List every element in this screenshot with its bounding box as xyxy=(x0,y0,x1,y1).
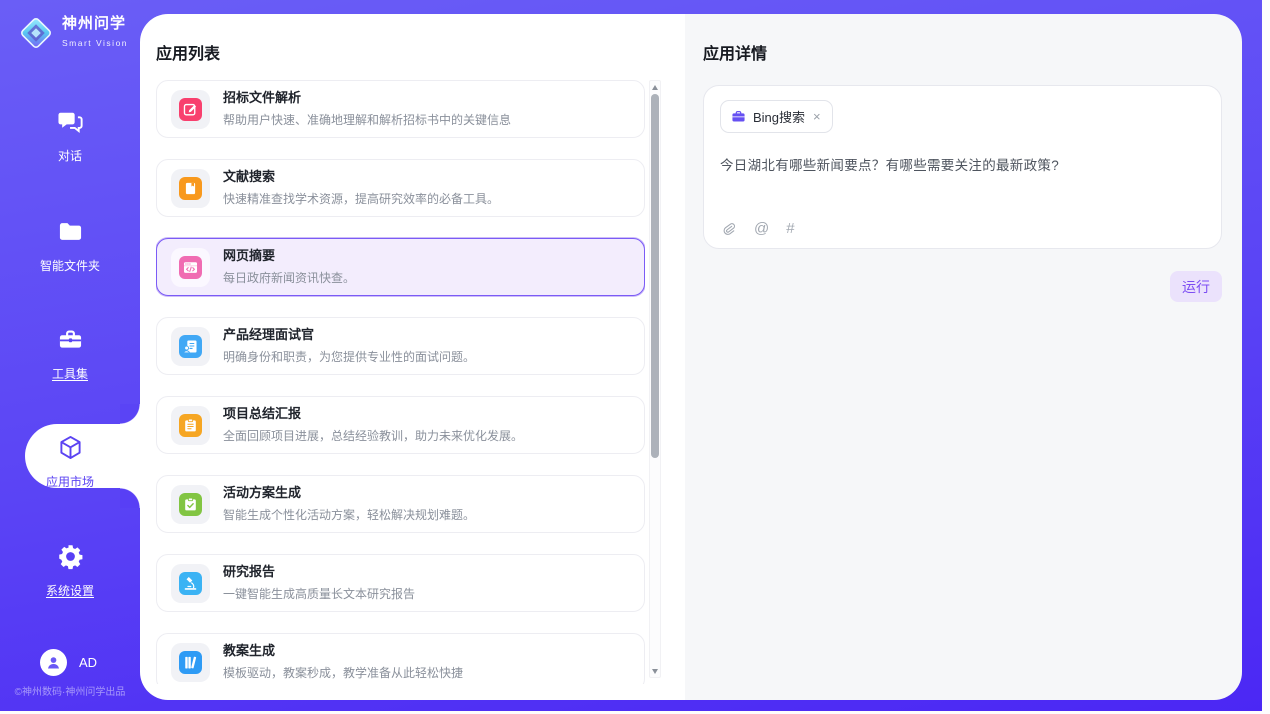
sidebar-item-chat[interactable]: 对话 xyxy=(0,108,140,164)
app-card-icon-box xyxy=(171,327,210,366)
scrollbar-thumb[interactable] xyxy=(651,94,659,458)
app-card-text: 研究报告一键智能生成高质量长文本研究报告 xyxy=(223,564,415,602)
brand-subtitle: Smart Vision xyxy=(62,38,128,48)
active-tab-curve-bottom xyxy=(120,488,140,508)
prompt-text[interactable]: 今日湖北有哪些新闻要点？有哪些需要关注的最新政策? xyxy=(720,154,1205,174)
app-card-icon-box xyxy=(171,643,210,682)
app-card[interactable]: 网页摘要每日政府新闻资讯快查。 xyxy=(156,238,645,296)
pen-square-icon xyxy=(179,98,202,121)
app-card[interactable]: 产品经理面试官明确身份和职责，为您提供专业性的面试问题。 xyxy=(156,317,645,375)
app-card-description: 快速精准查找学术资源，提高研究效率的必备工具。 xyxy=(223,190,499,207)
app-card-text: 教案生成模板驱动，教案秒成，教学准备从此轻松快捷 xyxy=(223,643,463,681)
scroll-up-icon[interactable] xyxy=(650,81,660,93)
app-card-icon-box xyxy=(171,564,210,603)
tag-label: Bing搜索 xyxy=(753,107,805,126)
app-card-text: 项目总结汇报全面回顾项目进展，总结经验教训，助力未来优化发展。 xyxy=(223,406,523,444)
app-card-description: 帮助用户快速、准确地理解和解析招标书中的关键信息 xyxy=(223,111,511,128)
app-card-text: 活动方案生成智能生成个性化活动方案，轻松解决规划难题。 xyxy=(223,485,475,523)
app-card[interactable]: 文献搜索快速精准查找学术资源，提高研究效率的必备工具。 xyxy=(156,159,645,217)
brand-text: 神州问学 Smart Vision xyxy=(62,15,128,51)
close-icon[interactable]: × xyxy=(812,112,822,122)
scroll-down-icon[interactable] xyxy=(650,665,660,677)
app-card-description: 一键智能生成高质量长文本研究报告 xyxy=(223,585,415,602)
app-list-panel: 应用列表 招标文件解析帮助用户快速、准确地理解和解析招标书中的关键信息文献搜索快… xyxy=(140,14,685,700)
sidebar: 神州问学 Smart Vision 对话智能文件夹工具集应用市场系统设置 AD … xyxy=(0,0,140,711)
sidebar-item-smart-folder[interactable]: 智能文件夹 xyxy=(0,218,140,274)
app-card-icon-box xyxy=(171,169,210,208)
person-icon xyxy=(45,654,62,671)
person-doc-icon xyxy=(179,335,202,358)
sidebar-item-system-settings[interactable]: 系统设置 xyxy=(0,543,140,599)
active-tab-curve-top xyxy=(120,404,140,424)
brand-logo: 神州问学 Smart Vision xyxy=(18,15,128,51)
app-card-icon-box xyxy=(171,248,210,287)
app-card-description: 模板驱动，教案秒成，教学准备从此轻松快捷 xyxy=(223,664,463,681)
tool-tag-bing-search[interactable]: Bing搜索 × xyxy=(720,100,833,133)
clipboard-check-icon xyxy=(179,493,202,516)
app-card-title: 活动方案生成 xyxy=(223,485,475,500)
app-detail-title: 应用详情 xyxy=(703,40,1222,64)
input-toolbar: @# xyxy=(721,220,795,237)
app-card[interactable]: 研究报告一键智能生成高质量长文本研究报告 xyxy=(156,554,645,612)
app-window: 神州问学 Smart Vision 对话智能文件夹工具集应用市场系统设置 AD … xyxy=(0,0,1262,711)
gear-icon xyxy=(57,543,84,570)
attachment-icon[interactable] xyxy=(721,221,737,237)
sidebar-item-label: 系统设置 xyxy=(0,582,140,599)
app-card-text: 网页摘要每日政府新闻资讯快查。 xyxy=(223,248,355,286)
sidebar-item-toolset[interactable]: 工具集 xyxy=(0,326,140,382)
user-initials: AD xyxy=(79,655,97,670)
app-card-title: 产品经理面试官 xyxy=(223,327,475,342)
app-list-title: 应用列表 xyxy=(156,40,685,64)
sidebar-item-label: 智能文件夹 xyxy=(0,257,140,274)
app-card-text: 产品经理面试官明确身份和职责，为您提供专业性的面试问题。 xyxy=(223,327,475,365)
app-card-title: 研究报告 xyxy=(223,564,415,579)
prompt-input[interactable]: Bing搜索 × 今日湖北有哪些新闻要点？有哪些需要关注的最新政策? @# xyxy=(703,85,1222,249)
chat-icon xyxy=(57,108,84,135)
brand-name: 神州问学 xyxy=(62,15,126,32)
app-card-description: 智能生成个性化活动方案，轻松解决规划难题。 xyxy=(223,506,475,523)
app-card-title: 文献搜索 xyxy=(223,169,499,184)
copyright-text: ©神州数码·神州问学出品 xyxy=(0,683,140,698)
app-card-icon-box xyxy=(171,485,210,524)
sidebar-item-app-market[interactable]: 应用市场 xyxy=(0,434,140,490)
scrollbar[interactable] xyxy=(649,80,661,678)
toolbox-icon xyxy=(57,326,84,353)
app-card-title: 网页摘要 xyxy=(223,248,355,263)
hash-icon[interactable]: # xyxy=(786,220,794,237)
briefcase-icon xyxy=(731,109,746,124)
books-icon xyxy=(179,651,202,674)
run-button[interactable]: 运行 xyxy=(1170,271,1222,302)
notepad-icon xyxy=(179,414,202,437)
brand-diamond-icon xyxy=(18,15,54,51)
book-icon xyxy=(179,177,202,200)
app-card[interactable]: 招标文件解析帮助用户快速、准确地理解和解析招标书中的关键信息 xyxy=(156,80,645,138)
browser-code-icon xyxy=(179,256,202,279)
app-card[interactable]: 项目总结汇报全面回顾项目进展，总结经验教训，助力未来优化发展。 xyxy=(156,396,645,454)
user-row[interactable]: AD xyxy=(40,649,97,676)
app-card-description: 每日政府新闻资讯快查。 xyxy=(223,269,355,286)
app-card[interactable]: 教案生成模板驱动，教案秒成，教学准备从此轻松快捷 xyxy=(156,633,645,684)
sidebar-item-label: 对话 xyxy=(0,147,140,164)
app-card[interactable]: 活动方案生成智能生成个性化活动方案，轻松解决规划难题。 xyxy=(156,475,645,533)
sidebar-item-label: 应用市场 xyxy=(0,473,140,490)
app-card-icon-box xyxy=(171,406,210,445)
app-card-title: 招标文件解析 xyxy=(223,90,511,105)
microscope-icon xyxy=(179,572,202,595)
app-card-title: 项目总结汇报 xyxy=(223,406,523,421)
cube-icon xyxy=(57,434,84,461)
content-area: 应用列表 招标文件解析帮助用户快速、准确地理解和解析招标书中的关键信息文献搜索快… xyxy=(140,14,1242,700)
sidebar-item-label: 工具集 xyxy=(0,365,140,382)
avatar xyxy=(40,649,67,676)
app-card-text: 招标文件解析帮助用户快速、准确地理解和解析招标书中的关键信息 xyxy=(223,90,511,128)
app-card-list: 招标文件解析帮助用户快速、准确地理解和解析招标书中的关键信息文献搜索快速精准查找… xyxy=(156,80,645,684)
app-card-description: 明确身份和职责，为您提供专业性的面试问题。 xyxy=(223,348,475,365)
folder-icon xyxy=(57,218,84,245)
app-card-description: 全面回顾项目进展，总结经验教训，助力未来优化发展。 xyxy=(223,427,523,444)
mention-icon[interactable]: @ xyxy=(754,220,769,237)
app-detail-panel: 应用详情 Bing搜索 × 今日湖北有哪些新闻要点？有哪些需要关注的最新政策? … xyxy=(685,14,1242,700)
app-card-title: 教案生成 xyxy=(223,643,463,658)
app-card-text: 文献搜索快速精准查找学术资源，提高研究效率的必备工具。 xyxy=(223,169,499,207)
app-card-icon-box xyxy=(171,90,210,129)
